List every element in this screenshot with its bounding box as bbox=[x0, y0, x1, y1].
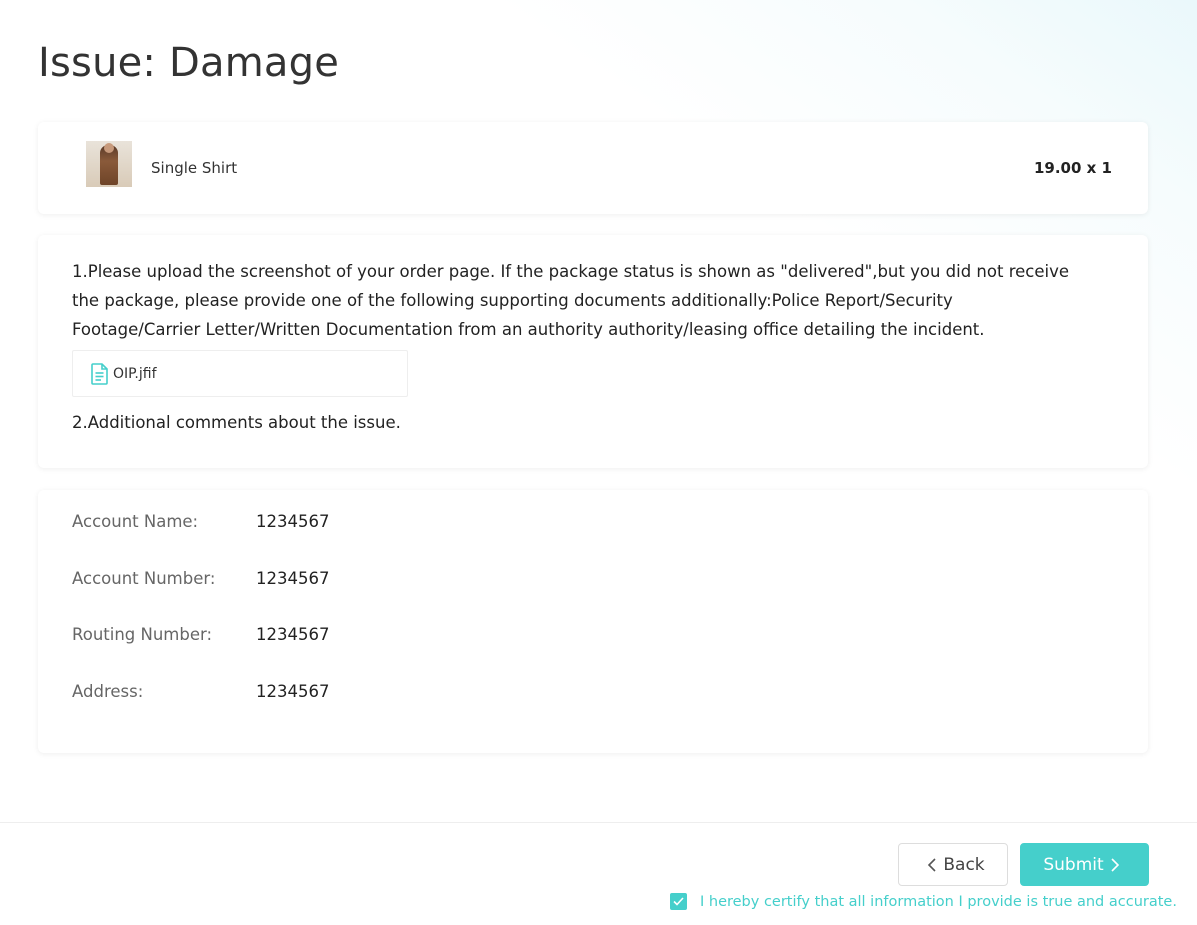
chevron-left-icon bbox=[928, 857, 936, 872]
issue-details-card: 1.Please upload the screenshot of your o… bbox=[38, 235, 1148, 468]
certify-row: I hereby certify that all information I … bbox=[670, 893, 1177, 910]
footer-divider bbox=[0, 822, 1197, 823]
routing-number-label: Routing Number: bbox=[72, 625, 213, 644]
routing-number-value: 1234567 bbox=[256, 625, 330, 644]
document-icon bbox=[91, 362, 108, 385]
back-button[interactable]: Back bbox=[898, 843, 1008, 886]
comments-label: 2.Additional comments about the issue. bbox=[72, 413, 401, 432]
certify-checkbox[interactable] bbox=[670, 893, 687, 910]
uploaded-file[interactable]: OIP.jfif bbox=[72, 350, 408, 397]
submit-button[interactable]: Submit bbox=[1020, 843, 1149, 886]
account-number-label: Account Number: bbox=[72, 569, 216, 588]
chevron-right-icon bbox=[1111, 857, 1119, 872]
account-name-value: 1234567 bbox=[256, 512, 330, 531]
check-icon bbox=[673, 897, 684, 906]
address-label: Address: bbox=[72, 682, 144, 701]
account-name-label: Account Name: bbox=[72, 512, 199, 531]
product-thumbnail bbox=[86, 141, 132, 187]
account-number-value: 1234567 bbox=[256, 569, 330, 588]
file-name: OIP.jfif bbox=[113, 365, 157, 382]
certify-text: I hereby certify that all information I … bbox=[700, 893, 1177, 910]
page-title: Issue: Damage bbox=[38, 40, 340, 86]
product-price: 19.00 x 1 bbox=[1033, 159, 1112, 177]
back-label: Back bbox=[943, 854, 985, 875]
product-card: Single Shirt 19.00 x 1 bbox=[38, 122, 1148, 214]
submit-label: Submit bbox=[1043, 854, 1104, 875]
product-name: Single Shirt bbox=[151, 159, 238, 177]
upload-instruction: 1.Please upload the screenshot of your o… bbox=[72, 262, 1069, 339]
account-info-card: Account Name: 1234567 Account Number: 12… bbox=[38, 490, 1148, 753]
address-value: 1234567 bbox=[256, 682, 330, 701]
